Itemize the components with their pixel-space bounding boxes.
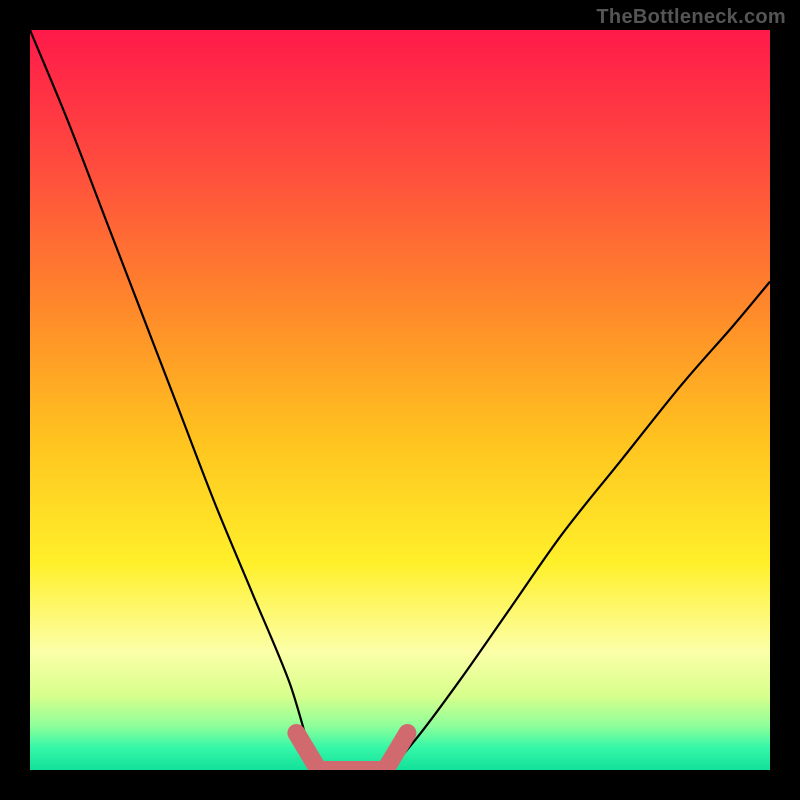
plot-area [30,30,770,770]
chart-frame: TheBottleneck.com [0,0,800,800]
watermark-text: TheBottleneck.com [596,6,786,29]
gradient-background [30,30,770,770]
bottleneck-chart [30,30,770,770]
